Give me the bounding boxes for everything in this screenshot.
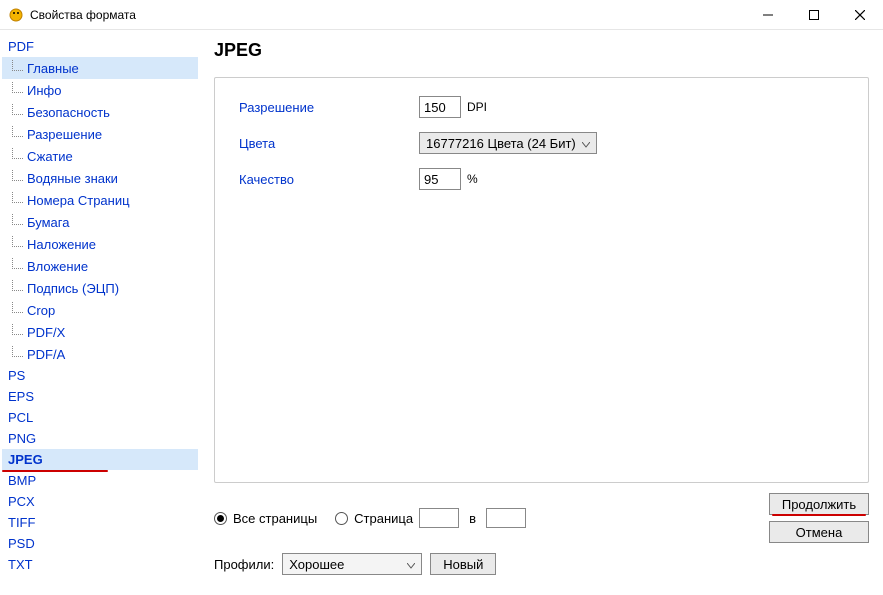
colors-label: Цвета [239, 136, 419, 151]
sidebar-item-psd[interactable]: PSD [2, 533, 198, 554]
sidebar-item-pcx[interactable]: PCX [2, 491, 198, 512]
window-controls [745, 0, 883, 30]
resolution-label: Разрешение [239, 100, 419, 115]
app-icon [8, 7, 24, 23]
page-from-input[interactable] [419, 508, 459, 528]
footer-panel: Все страницы Страница в Продолжить Отмен… [214, 483, 869, 585]
profiles-group: Профили: Хорошее Новый [214, 553, 496, 575]
page-range-group: Все страницы Страница в [214, 508, 526, 528]
sidebar-item-png[interactable]: PNG [2, 428, 198, 449]
sidebar-item-бумага[interactable]: Бумага [2, 211, 198, 233]
maximize-button[interactable] [791, 0, 837, 30]
quality-row: Качество % [239, 168, 844, 190]
sidebar-item-сжатие[interactable]: Сжатие [2, 145, 198, 167]
sidebar-item-безопасность[interactable]: Безопасность [2, 101, 198, 123]
resolution-input[interactable] [419, 96, 461, 118]
minimize-button[interactable] [745, 0, 791, 30]
all-pages-label: Все страницы [233, 511, 317, 526]
page-title: JPEG [214, 40, 869, 61]
sidebar-item-водяные-знаки[interactable]: Водяные знаки [2, 167, 198, 189]
sidebar-item-tiff[interactable]: TIFF [2, 512, 198, 533]
sidebar-item-pdf-x[interactable]: PDF/X [2, 321, 198, 343]
quality-label: Качество [239, 172, 419, 187]
profile-select[interactable]: Хорошее [282, 553, 422, 575]
sidebar-item-crop[interactable]: Crop [2, 299, 198, 321]
sidebar-item-pdf-a[interactable]: PDF/A [2, 343, 198, 365]
radio-unchecked-icon [335, 512, 348, 525]
profiles-label: Профили: [214, 557, 274, 572]
sidebar-item-bmp[interactable]: BMP [2, 470, 198, 491]
sidebar-item-eps[interactable]: EPS [2, 386, 198, 407]
sidebar-item-pdf[interactable]: PDF [2, 36, 198, 57]
sidebar-item-вложение[interactable]: Вложение [2, 255, 198, 277]
page-to-input[interactable] [486, 508, 526, 528]
colors-value: 16777216 Цвета (24 Бит) [426, 136, 576, 151]
main-panel: JPEG Разрешение DPI Цвета 16777216 Цвета… [200, 30, 883, 595]
quality-unit: % [467, 172, 478, 186]
page-range-radio[interactable]: Страница в [335, 508, 526, 528]
all-pages-radio[interactable]: Все страницы [214, 511, 317, 526]
resolution-row: Разрешение DPI [239, 96, 844, 118]
window-title: Свойства формата [30, 8, 745, 22]
profile-value: Хорошее [289, 557, 344, 572]
titlebar: Свойства формата [0, 0, 883, 30]
colors-row: Цвета 16777216 Цвета (24 Бит) [239, 132, 844, 154]
page-label: Страница [354, 511, 413, 526]
close-button[interactable] [837, 0, 883, 30]
colors-select[interactable]: 16777216 Цвета (24 Бит) [419, 132, 597, 154]
sidebar-item-ps[interactable]: PS [2, 365, 198, 386]
sidebar-item-номера-страниц[interactable]: Номера Страниц [2, 189, 198, 211]
sidebar-item-главные[interactable]: Главные [2, 57, 198, 79]
sidebar-item-инфо[interactable]: Инфо [2, 79, 198, 101]
sidebar-item-jpeg[interactable]: JPEG [2, 449, 198, 470]
chevron-down-icon [582, 136, 590, 151]
new-profile-button[interactable]: Новый [430, 553, 496, 575]
sidebar-item-наложение[interactable]: Наложение [2, 233, 198, 255]
sidebar: PDFГлавныеИнфоБезопасностьРазрешениеСжат… [0, 30, 200, 595]
resolution-unit: DPI [467, 100, 487, 114]
chevron-down-icon [407, 557, 415, 572]
cancel-button[interactable]: Отмена [769, 521, 869, 543]
sidebar-item-txt[interactable]: TXT [2, 554, 198, 575]
sidebar-item-разрешение[interactable]: Разрешение [2, 123, 198, 145]
page-to-label: в [469, 511, 476, 526]
sidebar-item-pcl[interactable]: PCL [2, 407, 198, 428]
quality-input[interactable] [419, 168, 461, 190]
radio-checked-icon [214, 512, 227, 525]
settings-panel: Разрешение DPI Цвета 16777216 Цвета (24 … [214, 77, 869, 483]
continue-button[interactable]: Продолжить [769, 493, 869, 515]
sidebar-item-подпись-эцп-[interactable]: Подпись (ЭЦП) [2, 277, 198, 299]
